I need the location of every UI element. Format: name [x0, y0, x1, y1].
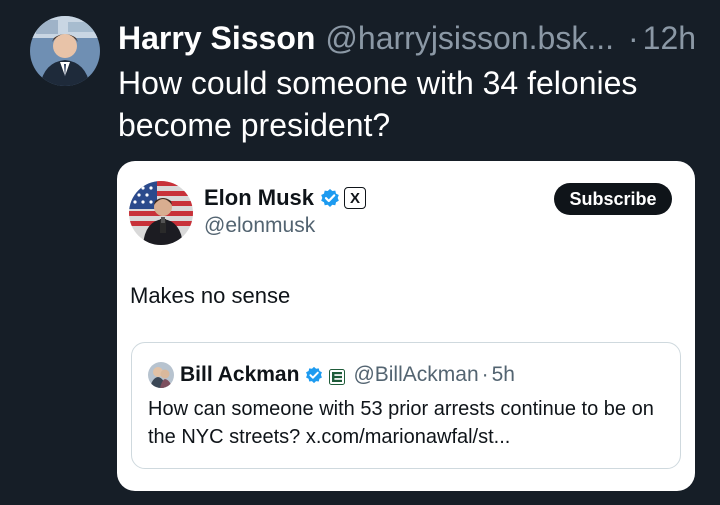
embed-author-name[interactable]: Elon Musk: [204, 185, 314, 211]
embed-author-handle[interactable]: @elonmusk: [204, 214, 315, 238]
embedded-post-card[interactable]: Elon Musk X @elonmusk Subscribe Makes no…: [117, 161, 695, 491]
author-handle[interactable]: @harryjsisson.bsk...: [325, 20, 614, 57]
author-name[interactable]: Harry Sisson: [118, 20, 315, 57]
embed-post-text: Makes no sense: [130, 283, 291, 308]
affiliation-logo-icon: [329, 367, 346, 385]
subscribe-button[interactable]: Subscribe: [554, 183, 672, 215]
quote-author-avatar[interactable]: [148, 362, 174, 388]
post-text: How could someone with 34 felonies becom…: [118, 65, 638, 143]
x-affiliate-icon: X: [344, 187, 367, 209]
post-timestamp[interactable]: 12h: [643, 20, 696, 57]
post-header: Harry Sisson @harryjsisson.bsk... · 12h: [118, 16, 696, 60]
embed-author-row: Elon Musk X: [204, 185, 367, 211]
quote-post-text: How can someone with 53 prior arrests co…: [148, 398, 654, 448]
quote-author-row: Bill Ackman @BillAckman · 5h: [180, 363, 515, 387]
quote-author-handle[interactable]: @BillAckman: [353, 363, 478, 387]
quote-author-name[interactable]: Bill Ackman: [180, 363, 299, 387]
embed-author-avatar[interactable]: [129, 181, 193, 245]
quote-verified-badge-icon: [305, 366, 323, 384]
separator-dot: ·: [627, 19, 639, 56]
author-avatar[interactable]: [30, 16, 100, 86]
quote-timestamp[interactable]: 5h: [492, 363, 515, 387]
quoted-post[interactable]: Bill Ackman @BillAckman · 5h How can som…: [131, 342, 681, 469]
verified-badge-icon: [320, 188, 340, 208]
quote-separator-dot: ·: [481, 363, 489, 386]
